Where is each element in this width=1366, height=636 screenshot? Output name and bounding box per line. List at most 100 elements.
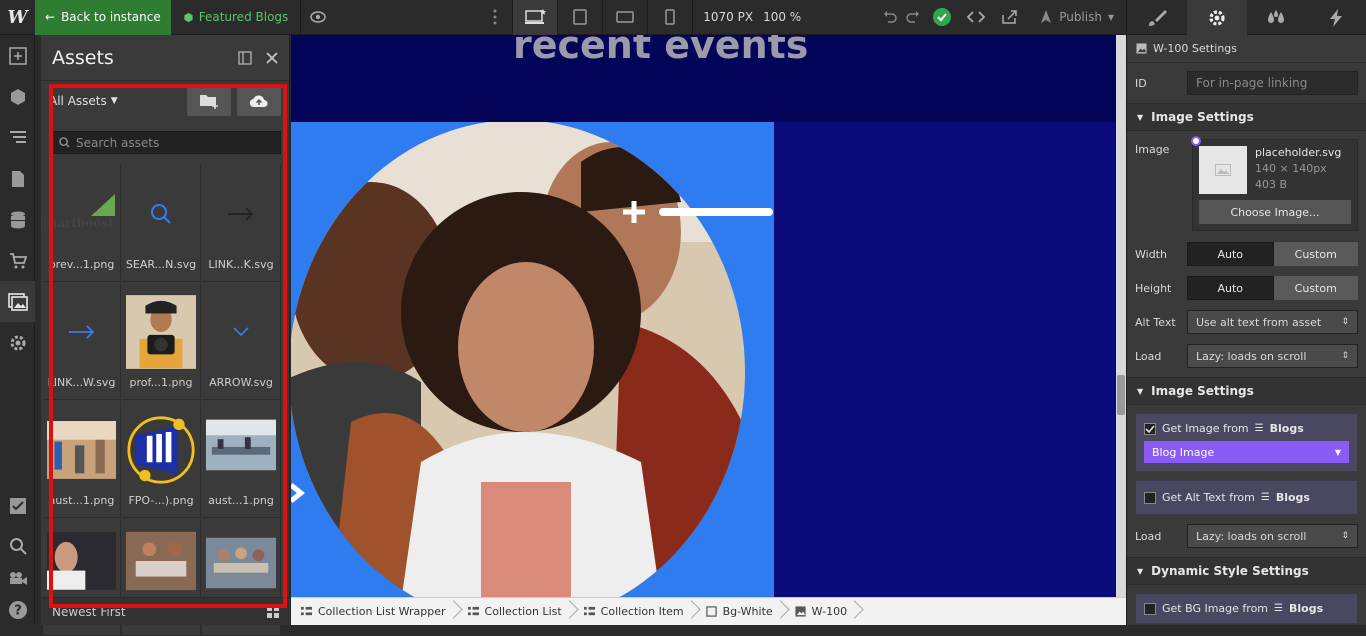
asset-filter-dropdown[interactable]: All Assets ▼: [49, 94, 181, 108]
image-picker: placeholder.svg 140 × 140px 403 B Choose…: [1191, 136, 1358, 231]
caret-down-icon: ▼: [1137, 566, 1144, 576]
search-svg-thumbnail: [126, 177, 196, 251]
upload-button[interactable]: [237, 86, 281, 116]
breakpoint-desktop-icon[interactable]: [512, 0, 558, 35]
sort-dropdown[interactable]: Newest First: [52, 605, 126, 619]
width-auto-option[interactable]: Auto: [1187, 242, 1274, 266]
scrollbar-thumb[interactable]: [1117, 375, 1125, 415]
close-icon[interactable]: [266, 51, 278, 64]
add-element-icon[interactable]: [0, 35, 35, 76]
image-settings-section[interactable]: ▼ Image Settings: [1127, 103, 1366, 131]
asset-tile[interactable]: LINK...K.svg: [202, 165, 281, 282]
id-input[interactable]: For in-page linking: [1187, 71, 1358, 95]
new-folder-button[interactable]: [187, 86, 231, 116]
asset-tile[interactable]: aust...1.png: [43, 401, 121, 518]
collection-image-settings-section[interactable]: ▼ Image Settings: [1127, 377, 1366, 405]
featured-image-block[interactable]: [291, 122, 774, 597]
code-icon[interactable]: [959, 0, 993, 35]
tab-settings[interactable]: [1186, 0, 1247, 35]
search-icon: [59, 137, 70, 148]
binding-dot-icon: [1191, 136, 1201, 146]
asset-search-input[interactable]: [76, 135, 276, 150]
dock-panel-icon[interactable]: [238, 50, 252, 65]
redo-icon[interactable]: [901, 0, 925, 35]
settings-gear-icon[interactable]: [0, 322, 35, 363]
canvas-scrollbar[interactable]: [1116, 35, 1126, 597]
featured-blogs-page[interactable]: Featured Blogs: [171, 0, 302, 35]
breadcrumb-item[interactable]: Collection List Wrapper: [291, 598, 458, 626]
navigator-icon[interactable]: [0, 117, 35, 158]
asset-tile[interactable]: SEAR...N.svg: [122, 165, 201, 282]
checkbox-checked[interactable]: [1144, 422, 1156, 435]
get-alt-binding: Get Alt Text from ☰ Blogs: [1135, 480, 1358, 515]
asset-search-box: [52, 131, 281, 154]
asset-tile[interactable]: aust...1.png: [202, 401, 281, 518]
tab-style[interactable]: [1127, 0, 1187, 35]
load-select[interactable]: Lazy: loads on scroll ⇕: [1187, 344, 1358, 368]
image-preview[interactable]: [1199, 146, 1247, 194]
breakpoint-tablet-icon[interactable]: [557, 0, 602, 35]
blog-image-field-select[interactable]: Blog Image ▼: [1144, 441, 1349, 463]
asset-tile[interactable]: LINK...W.svg: [43, 283, 121, 400]
width-custom-option[interactable]: Custom: [1273, 242, 1358, 266]
breakpoint-phone-icon[interactable]: [647, 0, 692, 35]
left-toolbar: ?: [0, 35, 35, 625]
cloud-upload-icon: [249, 94, 269, 108]
assets-panel: Assets All Assets ▼ Search assets hartbo…: [41, 35, 290, 636]
preview-eye-icon[interactable]: [301, 0, 335, 35]
pages-icon[interactable]: [0, 158, 35, 199]
canvas-size-readout: 1070 PX 100 %: [692, 0, 811, 35]
components-icon[interactable]: [0, 76, 35, 117]
asset-tile[interactable]: FPO-...).png: [122, 401, 201, 518]
export-icon[interactable]: [993, 0, 1027, 35]
asset-tile[interactable]: ARROW.svg: [202, 283, 281, 400]
assets-footer: Newest First: [41, 597, 290, 625]
height-custom-option[interactable]: Custom: [1273, 276, 1358, 300]
folder-add-icon: [199, 93, 219, 109]
more-vertical-icon[interactable]: [478, 0, 512, 35]
help-icon[interactable]: ?: [0, 590, 35, 630]
design-canvas[interactable]: recent events: [291, 35, 1116, 597]
photo-office-2-thumbnail: [206, 419, 276, 471]
breadcrumb-item[interactable]: Collection Item: [574, 598, 696, 626]
video-tutorial-icon[interactable]: [0, 566, 35, 590]
ecommerce-cart-icon[interactable]: [0, 240, 35, 281]
webflow-logo[interactable]: W: [0, 0, 35, 35]
element-breadcrumb: Collection List Wrapper Collection List …: [291, 597, 1126, 625]
breakpoint-landscape-icon[interactable]: [602, 0, 647, 35]
load-select-2[interactable]: Lazy: loads on scroll ⇕: [1187, 524, 1358, 548]
assets-title: Assets: [52, 46, 114, 69]
photo-woman-laptop-thumbnail: [47, 531, 116, 591]
checkbox-unchecked[interactable]: [1144, 602, 1156, 615]
breadcrumb-item[interactable]: Bg-White: [696, 598, 785, 626]
get-image-checkbox-row[interactable]: Get Image from ☰ Blogs: [1144, 422, 1349, 435]
assets-icon[interactable]: [0, 281, 35, 322]
choose-image-button[interactable]: Choose Image...: [1199, 200, 1351, 224]
tab-interactions[interactable]: [1306, 0, 1366, 35]
rocket-icon: [1039, 10, 1053, 24]
publish-button[interactable]: Publish ▾: [1027, 0, 1126, 35]
alt-text-select[interactable]: Use alt text from asset ⇕: [1187, 310, 1358, 334]
image-placeholder-icon: [1215, 164, 1231, 176]
search-icon[interactable]: [0, 526, 35, 566]
chartboost-logo-thumbnail: Chartboost: [47, 177, 116, 251]
check-status-icon[interactable]: [925, 0, 959, 35]
photo-man-camera-thumbnail: [126, 295, 196, 369]
asset-tile[interactable]: Chartboost prev...1.png: [43, 165, 121, 282]
checkbox-unchecked[interactable]: [1144, 491, 1156, 504]
tab-style-manager[interactable]: [1247, 0, 1307, 35]
checklist-icon[interactable]: [0, 485, 35, 526]
settings-panel: W-100 Settings ID For in-page linking ▼ …: [1126, 0, 1366, 625]
undo-icon[interactable]: [879, 0, 901, 35]
dynamic-style-section[interactable]: ▼ Dynamic Style Settings: [1127, 557, 1366, 585]
arrow-right-blue-thumbnail: [47, 295, 116, 369]
height-auto-option[interactable]: Auto: [1187, 276, 1274, 300]
grid-view-icon[interactable]: [267, 605, 279, 618]
cms-icon[interactable]: [0, 199, 35, 240]
get-alt-checkbox-row[interactable]: Get Alt Text from ☰ Blogs: [1144, 491, 1349, 504]
breadcrumb-item-current[interactable]: W-100: [785, 598, 859, 626]
breadcrumb-item[interactable]: Collection List: [458, 598, 574, 626]
get-bg-checkbox-row[interactable]: Get BG Image from ☰ Blogs: [1144, 602, 1349, 615]
back-to-instance-button[interactable]: ← Back to instance: [35, 0, 171, 35]
asset-tile[interactable]: prof...1.png: [122, 283, 201, 400]
